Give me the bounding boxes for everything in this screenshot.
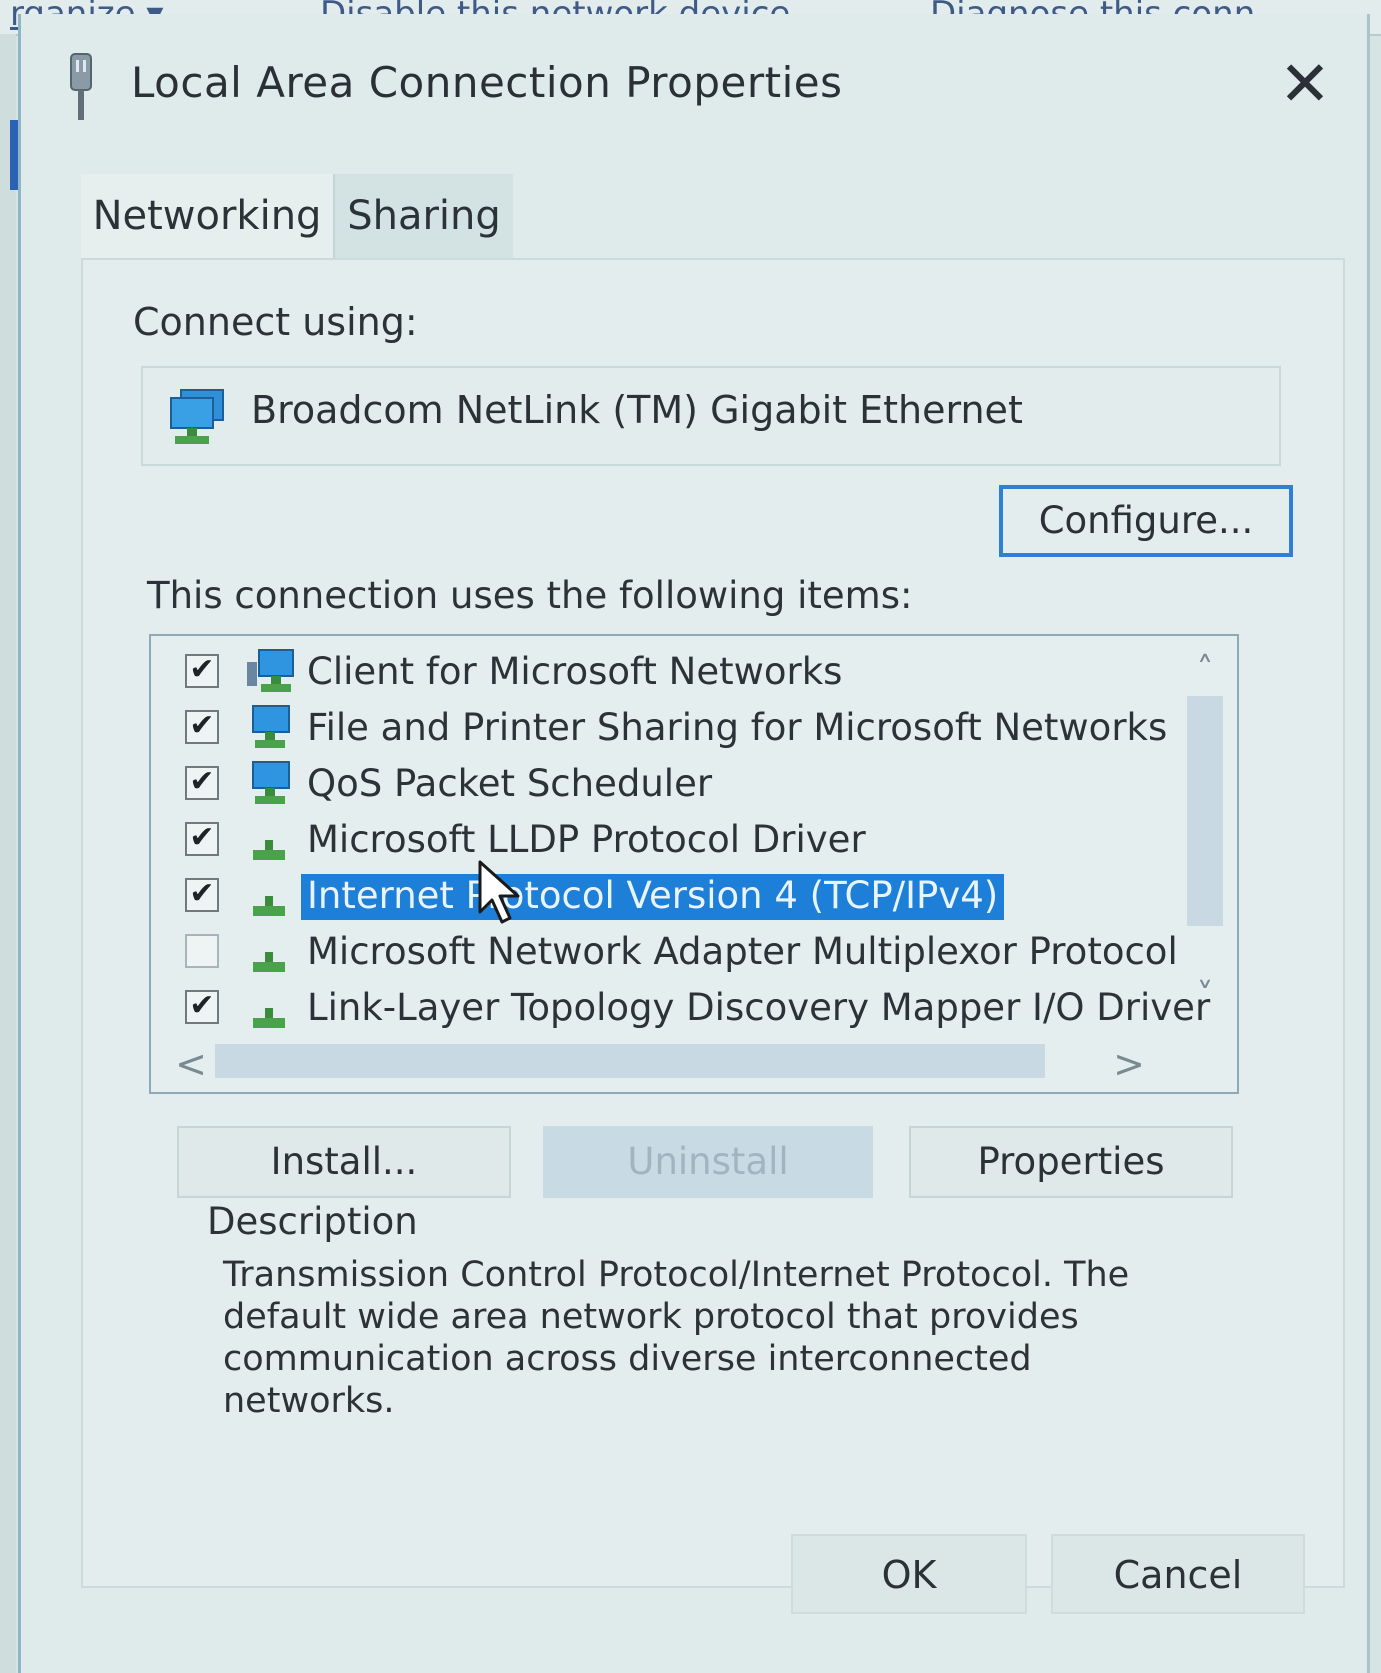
network-service-icon <box>252 705 290 748</box>
list-item-lldp[interactable]: ✔ Microsoft LLDP Protocol Driver <box>151 812 1161 868</box>
item-label[interactable]: Microsoft Network Adapter Multiplexor Pr… <box>301 930 1184 976</box>
checkbox[interactable]: ✔ <box>185 766 219 800</box>
scroll-left-icon[interactable]: < <box>173 1042 209 1086</box>
description-label: Description <box>207 1200 418 1243</box>
checkbox[interactable]: ✔ <box>185 822 219 856</box>
tab-networking[interactable]: Networking <box>81 174 333 258</box>
item-label[interactable]: Client for Microsoft Networks <box>301 650 848 696</box>
network-service-icon <box>252 761 290 804</box>
item-label[interactable]: File and Printer Sharing for Microsoft N… <box>301 706 1173 752</box>
protocol-icon <box>253 952 285 972</box>
network-adapter-icon <box>170 389 224 444</box>
scroll-up-icon[interactable]: ˄ <box>1187 650 1223 690</box>
connect-using-label: Connect using: <box>133 300 418 344</box>
item-label[interactable]: Internet Protocol Version 4 (TCP/IPv4) <box>301 874 1005 920</box>
background-window-edge <box>0 34 16 1673</box>
item-label[interactable]: QoS Packet Scheduler <box>301 762 718 808</box>
protocol-icon <box>253 840 285 860</box>
checkbox[interactable]: ✔ <box>185 710 219 744</box>
mouse-pointer-icon <box>478 860 520 924</box>
list-item-qos[interactable]: ✔ QoS Packet Scheduler <box>151 756 1161 812</box>
network-cable-icon <box>70 53 92 120</box>
list-item-lltd-mapper[interactable]: ✔ Link-Layer Topology Discovery Mapper I… <box>151 980 1210 1036</box>
description-text: Transmission Control Protocol/Internet P… <box>223 1255 1130 1421</box>
close-button[interactable]: ✕ <box>1273 53 1337 118</box>
list-item-file-printer-sharing[interactable]: ✔ File and Printer Sharing for Microsoft… <box>151 700 1167 756</box>
item-label[interactable]: Microsoft LLDP Protocol Driver <box>301 818 872 864</box>
adapter-name: Broadcom NetLink (TM) Gigabit Ethernet <box>251 388 1023 432</box>
background-accent <box>10 120 18 190</box>
checkbox[interactable]: ✔ <box>185 878 219 912</box>
scroll-right-icon[interactable]: > <box>1111 1042 1147 1086</box>
properties-dialog: Local Area Connection Properties ✕ Netwo… <box>18 14 1370 1673</box>
network-client-icon <box>247 649 294 692</box>
list-item-client[interactable]: ✔ Client for Microsoft Networks <box>151 644 1161 700</box>
ok-button[interactable]: OK <box>791 1534 1027 1614</box>
adapter-field: Broadcom NetLink (TM) Gigabit Ethernet <box>141 366 1281 466</box>
uninstall-button[interactable]: Uninstall <box>543 1126 873 1198</box>
networking-panel: Connect using: Broadcom NetLink (TM) Gig… <box>81 258 1345 1588</box>
title-bar: Local Area Connection Properties ✕ <box>21 14 1367 154</box>
item-label[interactable]: Link-Layer Topology Discovery Mapper I/O… <box>301 986 1216 1032</box>
protocol-icon <box>253 1008 285 1028</box>
properties-button[interactable]: Properties <box>909 1126 1233 1198</box>
horizontal-scrollbar[interactable] <box>215 1044 1045 1078</box>
tab-sharing[interactable]: Sharing <box>333 174 513 258</box>
install-button[interactable]: Install... <box>177 1126 511 1198</box>
configure-button[interactable]: Configure... <box>999 485 1293 557</box>
items-list[interactable]: ✔ Client for Microsoft Networks ✔ File a… <box>149 634 1239 1094</box>
items-label: This connection uses the following items… <box>147 574 913 617</box>
checkbox[interactable]: ✔ <box>185 654 219 688</box>
cancel-button[interactable]: Cancel <box>1051 1534 1305 1614</box>
dialog-title: Local Area Connection Properties <box>131 58 843 107</box>
checkbox[interactable]: ✔ <box>185 990 219 1024</box>
list-item-ipv4[interactable]: ✔ Internet Protocol Version 4 (TCP/IPv4) <box>151 868 1161 924</box>
checkbox[interactable] <box>185 934 219 968</box>
vertical-scrollbar[interactable] <box>1187 696 1223 926</box>
scroll-down-icon[interactable]: ˅ <box>1187 976 1223 1016</box>
list-item-multiplexor[interactable]: Microsoft Network Adapter Multiplexor Pr… <box>151 924 1178 980</box>
protocol-icon <box>253 896 285 916</box>
